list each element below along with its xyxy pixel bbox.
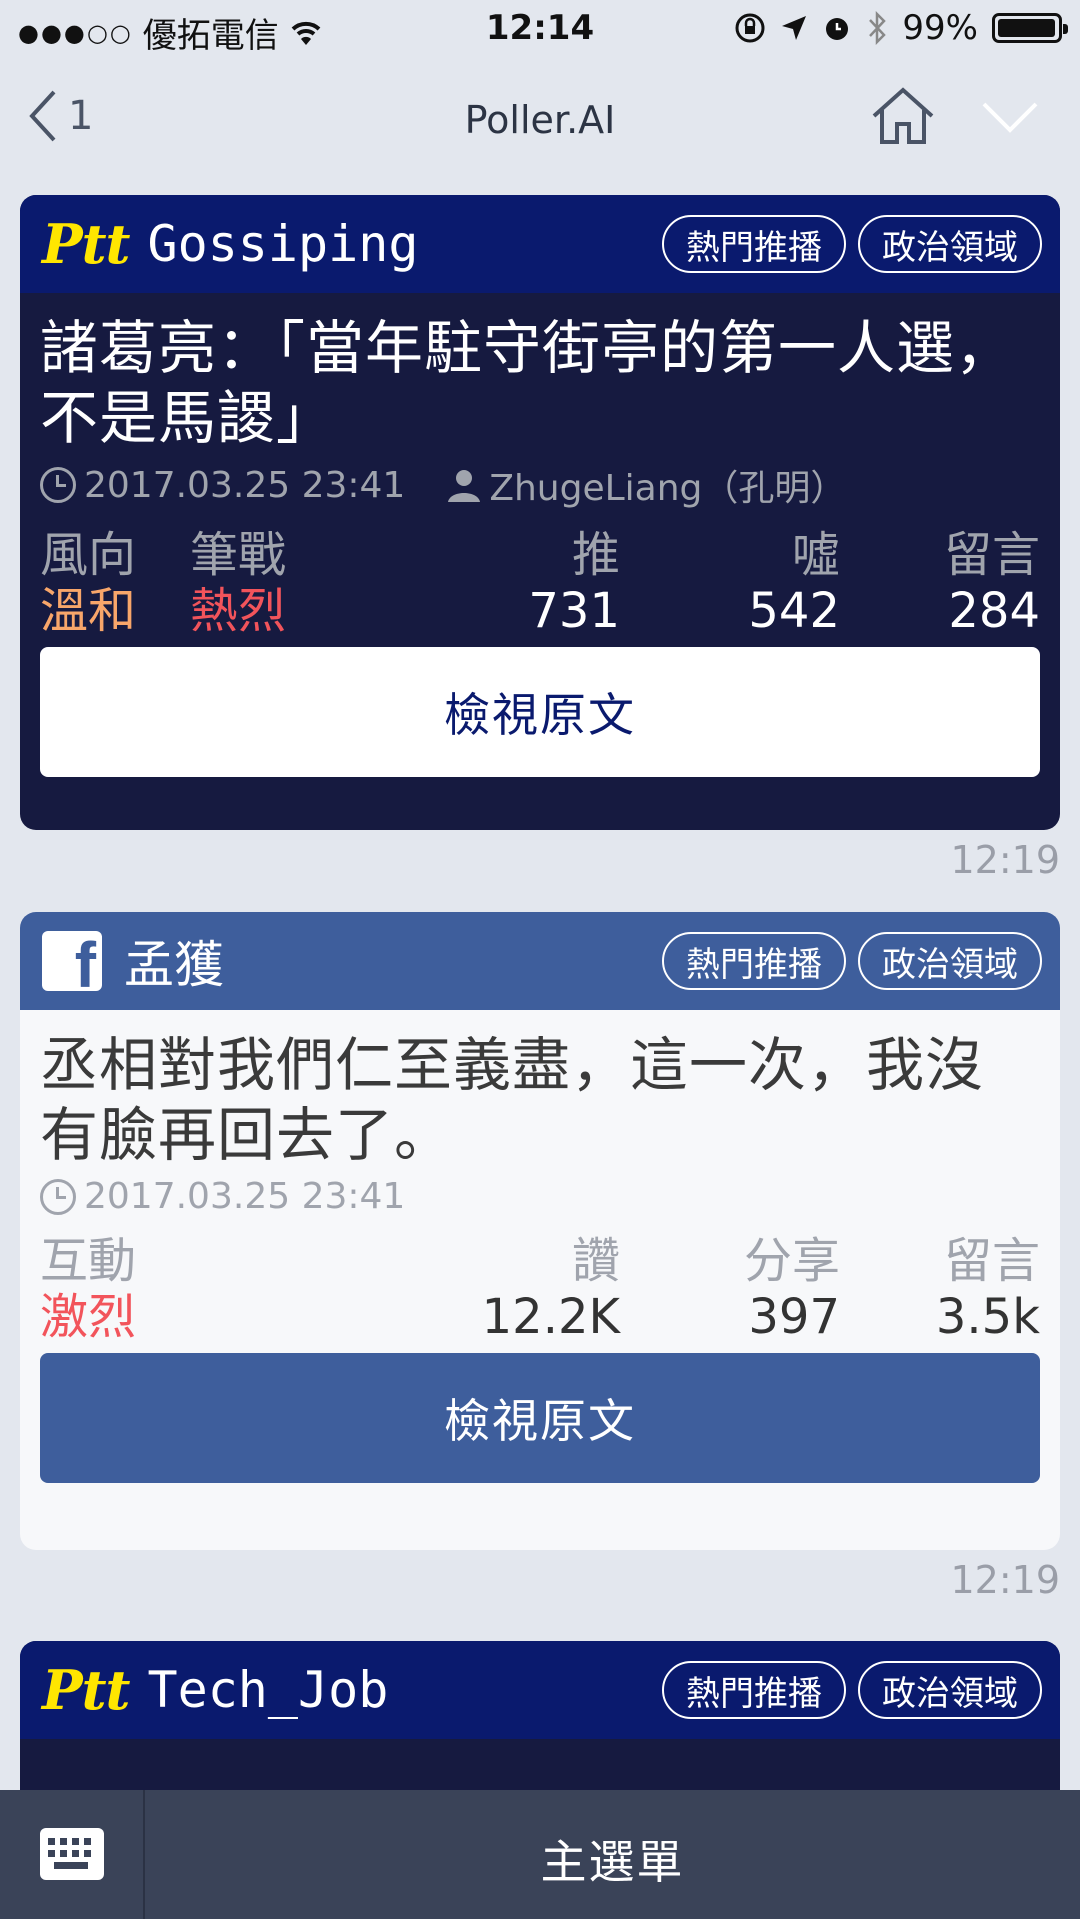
ptt-logo: Ptt <box>42 1658 130 1722</box>
main-menu-button[interactable]: 主選單 <box>145 1826 1080 1892</box>
home-icon <box>872 87 934 144</box>
card-header: f 孟獲 熱門推播 政治領域 <box>20 912 1060 1010</box>
message-time: 12:19 <box>950 838 1060 882</box>
keyboard-icon <box>40 1828 104 1880</box>
user-icon <box>448 470 481 502</box>
post-date: 2017.03.25 23:41 <box>84 464 406 506</box>
bluetooth-icon <box>869 11 887 45</box>
stat-boo: 噓 542 <box>748 527 840 639</box>
orientation-lock-icon <box>735 13 765 43</box>
bottom-menu-bar: 主選單 <box>0 1790 1080 1919</box>
ptt-logo: Ptt <box>42 212 130 276</box>
card-header: Ptt Tech_Job 熱門推播 政治領域 <box>20 1641 1060 1739</box>
nav-bar: 1 Poller.AI <box>0 70 1080 170</box>
stat-comments: 留言 3.5k <box>935 1233 1040 1345</box>
message-time: 12:19 <box>950 1558 1060 1602</box>
stat-interaction: 互動 激烈 <box>40 1233 137 1345</box>
view-original-button[interactable]: 檢視原文 <box>40 647 1040 777</box>
battery-percent: 99% <box>902 8 978 48</box>
ptt-post-card: Ptt Gossiping 熱門推播 政治領域 諸葛亮：「當年駐守街亭的第一人選… <box>20 195 1060 830</box>
tag-politics[interactable]: 政治領域 <box>858 1661 1042 1719</box>
stat-likes: 讚 12.2K <box>481 1233 620 1345</box>
location-arrow-icon <box>782 16 807 40</box>
board-name: Tech_Job <box>147 1661 389 1719</box>
facebook-icon: f <box>42 931 102 997</box>
alarm-icon <box>826 18 849 40</box>
battery-icon <box>992 13 1068 43</box>
home-button[interactable] <box>870 86 936 150</box>
stat-shares: 分享 397 <box>743 1233 840 1345</box>
stat-sentiment: 風向 溫和 <box>40 527 137 639</box>
status-bar: ●●●○○ 優拓電信 12:14 99% <box>0 0 1080 60</box>
tag-hot-push[interactable]: 熱門推播 <box>662 1661 846 1719</box>
stat-push: 推 731 <box>528 527 620 639</box>
card-header: Ptt Gossiping 熱門推播 政治領域 <box>20 195 1060 293</box>
board-name: Gossiping <box>147 215 419 273</box>
facebook-post-card: f 孟獲 熱門推播 政治領域 丞相對我們仁至義盡，這一次，我沒有臉再回去了。 2… <box>20 912 1060 1550</box>
stat-comments: 留言 284 <box>943 527 1040 639</box>
stats-row: 互動 激烈 讚 12.2K 分享 397 留言 3.5k <box>40 1233 1040 1353</box>
clock-icon <box>40 467 76 503</box>
post-date: 2017.03.25 23:41 <box>84 1176 406 1217</box>
clock-icon <box>40 1178 76 1215</box>
post-title: 諸葛亮：「當年駐守街亭的第一人選，不是馬謖」 <box>40 314 1015 452</box>
post-title: 丞相對我們仁至義盡，這一次，我沒有臉再回去了。 <box>40 1031 985 1169</box>
page-name: 孟獲 <box>124 936 224 994</box>
view-original-button[interactable]: 檢視原文 <box>40 1353 1040 1483</box>
tag-politics[interactable]: 政治領域 <box>858 932 1042 990</box>
tag-politics[interactable]: 政治領域 <box>858 215 1042 273</box>
stats-row: 風向 溫和 筆戰 熱烈 推 731 噓 542 留言 284 <box>40 527 1040 647</box>
stat-flame-war: 筆戰 熱烈 <box>190 527 287 639</box>
keyboard-toggle-button[interactable] <box>0 1790 145 1919</box>
post-author: ZhugeLiang（孔明） <box>489 468 847 509</box>
chevron-down-icon <box>982 102 1038 133</box>
dropdown-button[interactable] <box>980 100 1040 140</box>
tag-hot-push[interactable]: 熱門推播 <box>662 215 846 273</box>
tag-hot-push[interactable]: 熱門推播 <box>662 932 846 990</box>
